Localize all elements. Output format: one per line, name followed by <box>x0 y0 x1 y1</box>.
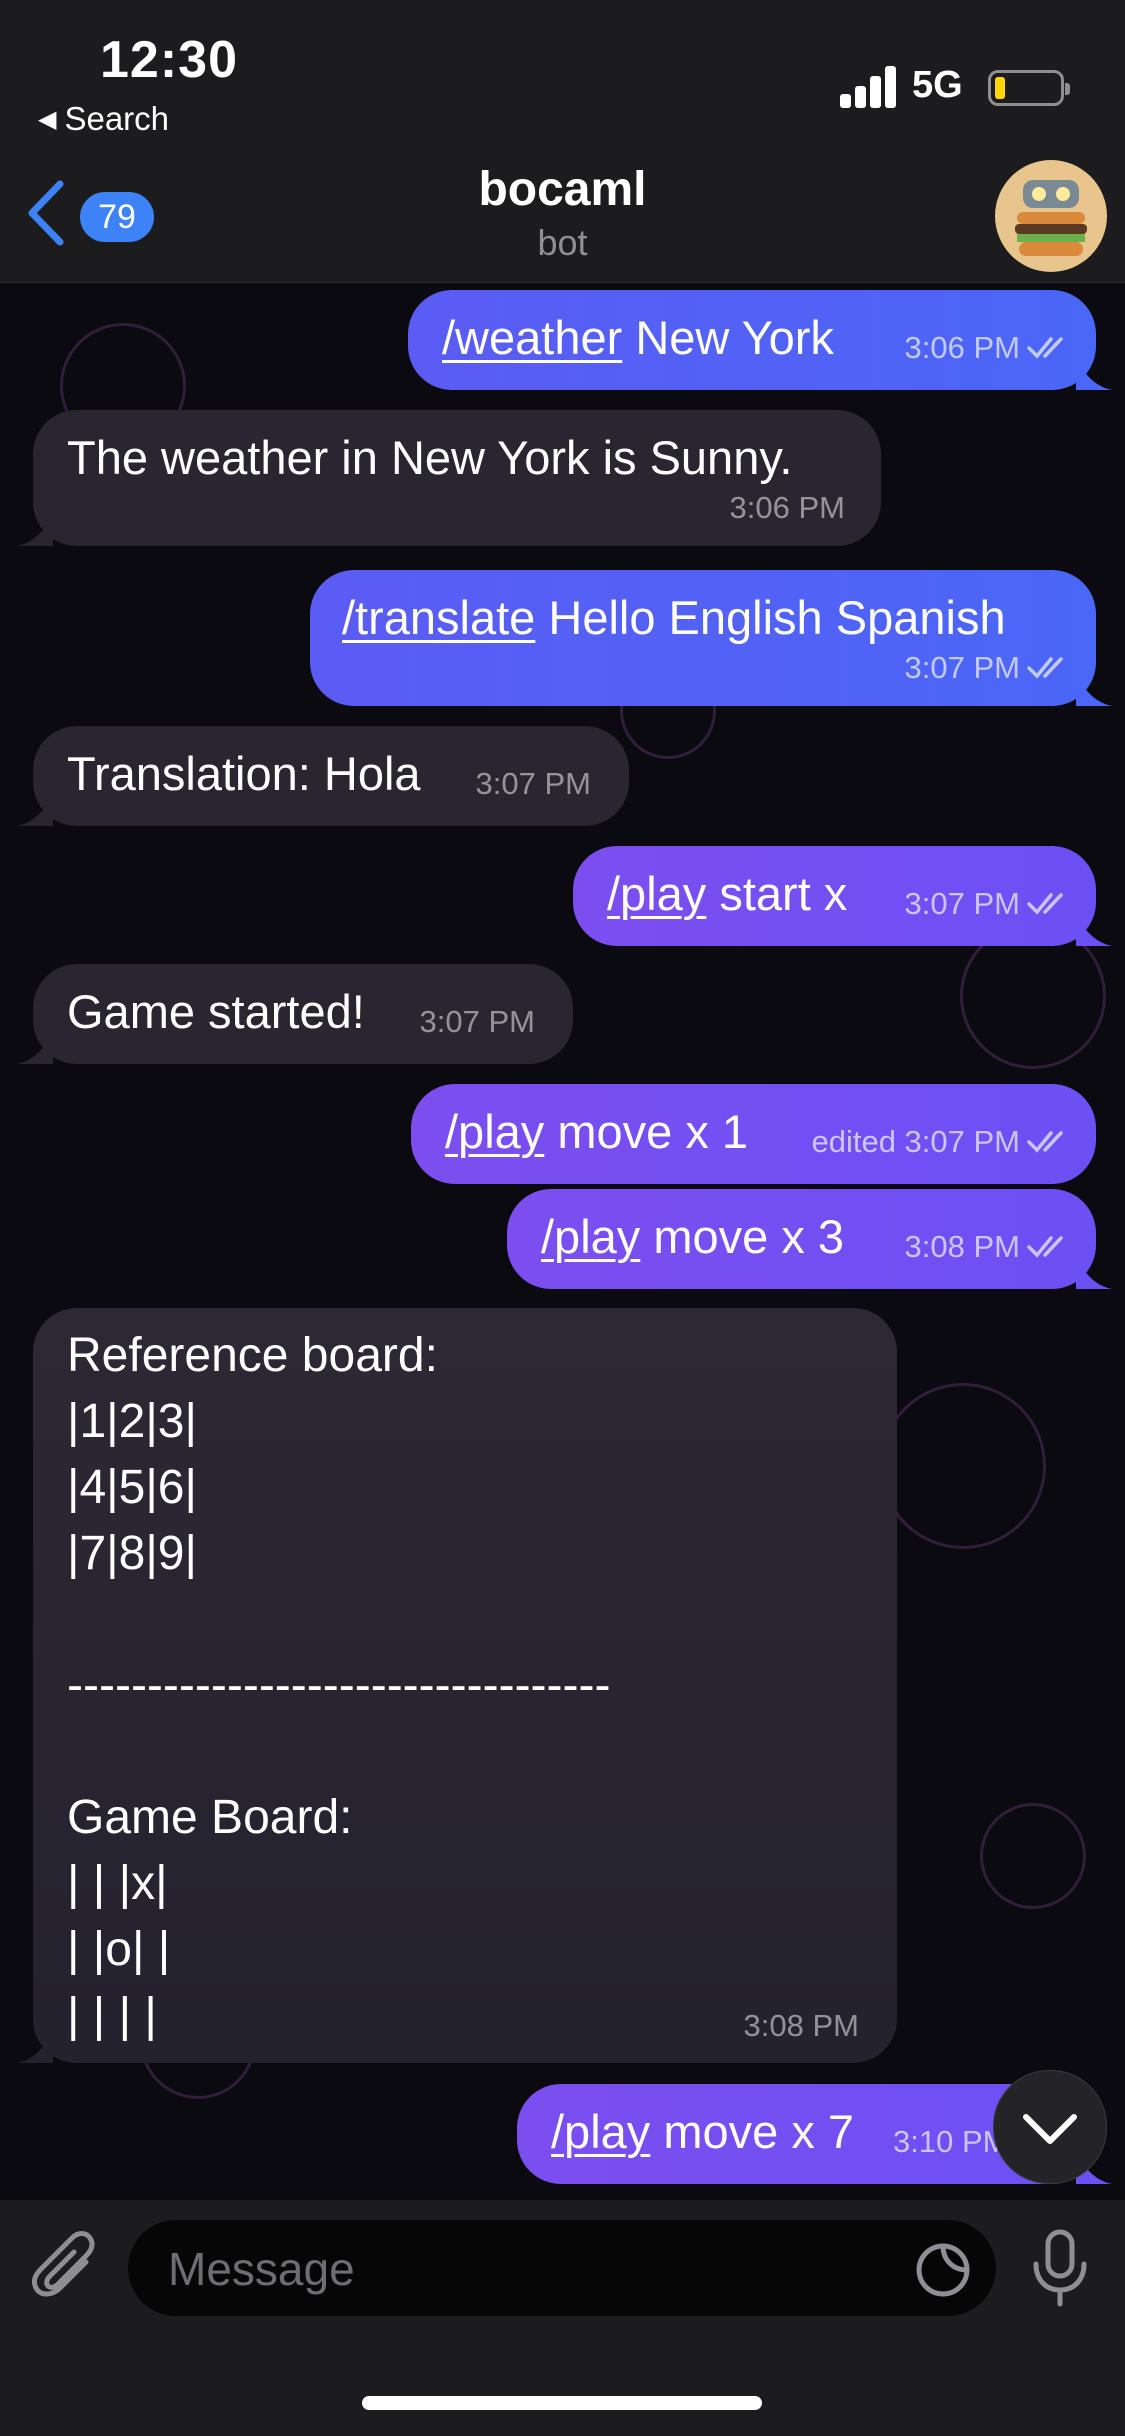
message-time: 3:06 PM <box>729 490 845 525</box>
message-input[interactable] <box>166 2220 810 2318</box>
board-line: |4|5|6| <box>67 1461 197 1514</box>
message-list[interactable]: /weather New York 3:06 PM The weather in… <box>0 283 1125 2200</box>
message-time: 3:07 PM <box>419 1004 535 1039</box>
home-indicator[interactable] <box>362 2396 762 2410</box>
board-line: |7|8|9| <box>67 1527 197 1580</box>
message-incoming[interactable]: Game started! 3:07 PM <box>17 964 573 1064</box>
message-time: edited 3:07 PM <box>811 1124 1070 1160</box>
double-check-icon <box>1027 337 1063 359</box>
message-time: 3:08 PM <box>905 1229 1070 1265</box>
network-type: 5G <box>912 64 963 106</box>
message-outgoing[interactable]: /play move x 3 3:08 PM <box>507 1189 1112 1289</box>
message-time: 3:07 PM <box>475 766 591 801</box>
message-text: /play move x 7 <box>551 2105 855 2158</box>
microphone-icon[interactable] <box>1028 2228 1092 2310</box>
scroll-to-bottom-button[interactable] <box>993 2070 1107 2184</box>
double-check-icon <box>1027 893 1063 915</box>
chat-title[interactable]: bocaml <box>0 162 1125 217</box>
message-text: /play move x 1 <box>445 1105 749 1158</box>
message-outgoing[interactable]: /play move x 1 edited 3:07 PM <box>411 1084 1096 1184</box>
chat-subtitle: bot <box>537 222 588 263</box>
message-time: 3:08 PM <box>743 2008 859 2043</box>
board-line: |1|2|3| <box>67 1395 197 1448</box>
board-line: Game Board: <box>67 1791 353 1844</box>
message-outgoing[interactable]: /weather New York 3:06 PM <box>408 290 1112 390</box>
back-triangle-icon: ◀ <box>38 106 57 133</box>
message-text: /play start x <box>607 867 848 920</box>
status-time: 12:30 <box>100 31 238 89</box>
message-incoming-board[interactable]: Reference board: |1|2|3| |4|5|6| |7|8|9|… <box>17 1308 897 2063</box>
battery-icon <box>988 70 1070 106</box>
command-link[interactable]: /weather <box>442 311 622 364</box>
message-text: /translate Hello English Spanish <box>342 591 1006 644</box>
command-link[interactable]: /play <box>551 2105 650 2158</box>
message-time: 3:07 PM <box>905 650 1070 686</box>
message-time: 3:10 PM <box>893 2124 1009 2159</box>
message-text: /weather New York <box>442 311 834 364</box>
message-text: /play move x 3 <box>541 1210 845 1263</box>
message-time: 3:06 PM <box>905 330 1070 366</box>
back-app-label: Search <box>64 100 170 137</box>
board-line: ---------------------------------- <box>67 1659 611 1712</box>
message-incoming[interactable]: Translation: Hola 3:07 PM <box>17 726 629 826</box>
double-check-icon <box>1027 657 1063 679</box>
sticker-icon[interactable] <box>913 2240 973 2300</box>
message-text: Game started! <box>67 985 365 1038</box>
back-to-app[interactable]: ◀ Search <box>38 100 169 138</box>
command-link[interactable]: /translate <box>342 591 535 644</box>
command-link[interactable]: /play <box>607 867 706 920</box>
signal-icon <box>840 64 898 108</box>
command-link[interactable]: /play <box>541 1210 640 1263</box>
message-field[interactable] <box>128 2220 996 2318</box>
message-text: Translation: Hola <box>67 747 421 800</box>
status-bar: 12:30 ◀ Search 5G <box>0 0 1125 150</box>
board-line: | |o| | <box>67 1923 171 1976</box>
chat-header: 79 bocaml bot <box>0 150 1125 283</box>
message-text: The weather in New York is Sunny. <box>67 431 793 484</box>
board-line: Reference board: <box>67 1329 438 1382</box>
double-check-icon <box>1027 1131 1063 1153</box>
paperclip-icon[interactable] <box>30 2228 102 2308</box>
double-check-icon <box>1027 1236 1063 1258</box>
command-link[interactable]: /play <box>445 1105 544 1158</box>
message-incoming[interactable]: The weather in New York is Sunny. 3:06 P… <box>17 410 881 546</box>
chevron-down-icon <box>1023 2114 1077 2144</box>
message-time: 3:07 PM <box>905 886 1070 922</box>
message-outgoing[interactable]: /play start x 3:07 PM <box>573 846 1112 946</box>
board-line: | | |x| <box>67 1857 168 1910</box>
avatar[interactable] <box>995 160 1107 272</box>
message-outgoing[interactable]: /translate Hello English Spanish 3:07 PM <box>310 570 1112 706</box>
board-line: | | | | <box>67 1989 157 2042</box>
